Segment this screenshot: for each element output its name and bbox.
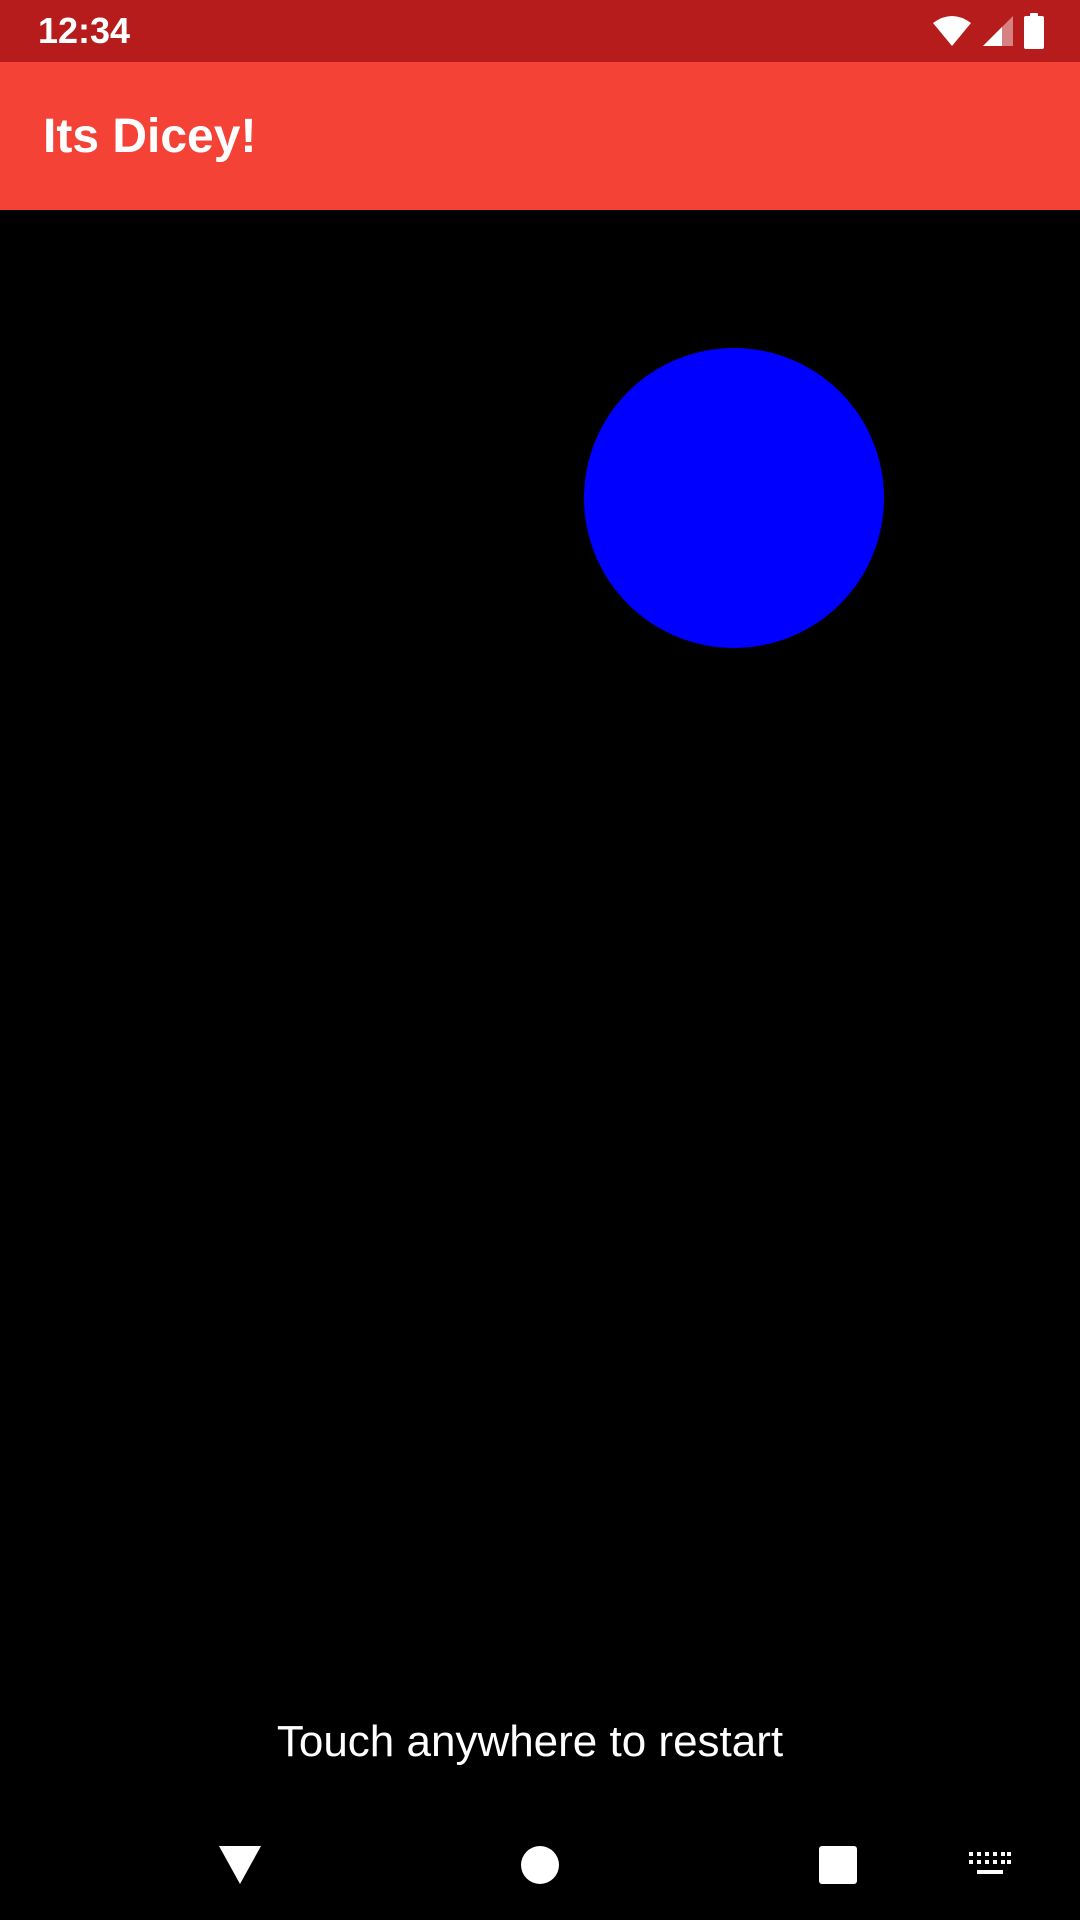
screen: 12:34 Its Dicey! Touch anywhere to resta… xyxy=(0,0,1080,1920)
back-button[interactable] xyxy=(200,1810,280,1920)
keyboard-icon xyxy=(969,1852,1011,1874)
recents-button[interactable] xyxy=(798,1810,878,1920)
status-icons xyxy=(932,12,1044,50)
game-area[interactable] xyxy=(0,210,1080,1810)
keyboard-switch-button[interactable] xyxy=(948,1810,1032,1920)
battery-icon xyxy=(1024,13,1044,49)
app-title: Its Dicey! xyxy=(43,110,257,163)
recents-icon xyxy=(819,1846,857,1884)
ball xyxy=(584,348,884,648)
app-bar: Its Dicey! xyxy=(0,62,1080,210)
restart-hint: Touch anywhere to restart xyxy=(276,1717,784,1766)
wifi-icon xyxy=(932,15,972,47)
status-time: 12:34 xyxy=(38,10,131,51)
back-icon xyxy=(219,1846,261,1884)
nav-bar xyxy=(0,1810,1080,1920)
home-button[interactable] xyxy=(500,1810,580,1920)
cellular-signal-icon xyxy=(982,15,1014,47)
home-icon xyxy=(521,1846,559,1884)
status-bar: 12:34 xyxy=(0,0,1080,62)
